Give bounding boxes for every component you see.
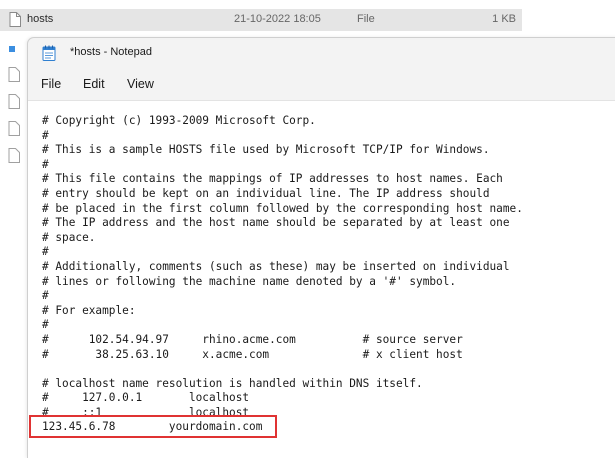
file-icon — [8, 148, 20, 168]
menu-bar: File Edit View — [28, 70, 615, 100]
file-icon — [8, 94, 20, 114]
menu-view[interactable]: View — [127, 77, 154, 91]
explorer-file-type: File — [357, 13, 375, 25]
notepad-icon — [42, 45, 56, 66]
notepad-window: *hosts - Notepad File Edit View # Copyri… — [27, 37, 615, 458]
highlight-annotation-box — [29, 415, 277, 438]
file-icon — [9, 12, 21, 30]
editor-content[interactable]: # Copyright (c) 1993-2009 Microsoft Corp… — [42, 114, 523, 435]
explorer-file-name: hosts — [27, 13, 54, 25]
menu-file[interactable]: File — [41, 77, 61, 91]
explorer-file-row[interactable]: hosts 21-10-2022 18:05 File 1 KB — [0, 9, 522, 31]
file-icon — [8, 67, 20, 87]
window-title: *hosts - Notepad — [70, 46, 152, 58]
explorer-file-size: 1 KB — [492, 13, 516, 25]
file-icon — [8, 121, 20, 141]
square-icon — [8, 40, 16, 58]
title-bar[interactable]: *hosts - Notepad — [28, 38, 615, 68]
explorer-file-date: 21-10-2022 18:05 — [234, 13, 321, 25]
text-editor[interactable]: # Copyright (c) 1993-2009 Microsoft Corp… — [28, 100, 615, 458]
menu-edit[interactable]: Edit — [83, 77, 105, 91]
